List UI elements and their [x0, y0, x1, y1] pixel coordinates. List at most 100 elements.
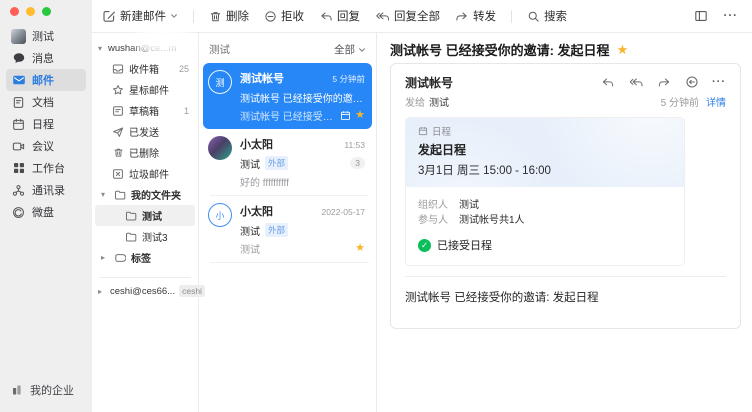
- mail-list-header: 测试 全部: [199, 39, 376, 60]
- folder-label: 已删除: [129, 145, 159, 160]
- compose-button[interactable]: 新建邮件: [102, 8, 178, 24]
- sidebar-item-meeting[interactable]: 会议: [6, 135, 86, 157]
- folder-my-folders[interactable]: ▾ 我的文件夹: [95, 184, 195, 205]
- folder-label: 星标邮件: [129, 82, 169, 97]
- sidebar-item-label: 工作台: [32, 160, 65, 176]
- folder-label: 收件箱: [129, 61, 159, 76]
- secondary-account-badge: ceshi: [179, 285, 205, 297]
- folder-subfolder-ceshi3[interactable]: 测试3: [95, 226, 195, 247]
- external-tag: 外部: [265, 156, 288, 170]
- toolbar-divider: [193, 10, 194, 23]
- sidebar-item-label: 消息: [32, 50, 54, 66]
- participants-value: 测试帐号共1人: [459, 211, 525, 226]
- subject-text: 测试帐号 已经接受你的邀请: 发起日程: [390, 40, 610, 59]
- mail-subject: 测试: [240, 156, 260, 171]
- mail-time: 11:53: [344, 140, 365, 150]
- folder-pane-divider: [99, 277, 191, 278]
- sender-avatar: 测: [208, 70, 232, 94]
- star-outline-icon: [112, 84, 124, 96]
- mail-envelope-icon: [11, 73, 26, 88]
- sidebar-item-contacts[interactable]: 通讯录: [6, 179, 86, 201]
- caret-right-icon: ▸: [98, 287, 106, 296]
- mail-list-item[interactable]: 小 小太阳 2022-05-17 测试 外部 测试: [203, 196, 372, 262]
- calendar-invite-card[interactable]: 日程 发起日程 3月1日 周三 15:00 - 16:00 组织人 测试 参: [405, 117, 685, 266]
- more-options-button[interactable]: ···: [724, 10, 739, 22]
- reply-icon: [319, 10, 333, 23]
- secondary-account-row[interactable]: ▸ ceshi@ces66... ceshi: [92, 285, 198, 297]
- mail-toolbar: 新建邮件 删除 拒收 回复 回复全部 转发: [92, 0, 752, 33]
- folder-icon: [125, 210, 137, 222]
- folder-subfolder-ceshi[interactable]: 测试: [95, 205, 195, 226]
- thread-count-badge: 3: [350, 157, 365, 169]
- sidebar-item-messages[interactable]: 消息: [6, 47, 86, 69]
- folder-label: 草稿箱: [129, 103, 159, 118]
- folder-label: 我的文件夹: [131, 187, 181, 202]
- sender-avatar: [208, 136, 232, 160]
- reply-all-button[interactable]: 回复全部: [375, 8, 440, 24]
- layout-toggle-icon[interactable]: [694, 9, 708, 23]
- folder-starred[interactable]: 星标邮件: [95, 79, 195, 100]
- folder-label: 标签: [131, 250, 151, 265]
- sidebar-item-calendar[interactable]: 日程: [6, 113, 86, 135]
- caret-right-icon: ▸: [101, 253, 109, 262]
- reply-all-icon: [375, 10, 390, 23]
- reply-button[interactable]: 回复: [319, 8, 360, 24]
- forward-button[interactable]: 转发: [455, 8, 496, 24]
- mail-list-item[interactable]: 小太阳 11:53 测试 外部 3 好的 ffffffffff: [203, 129, 372, 195]
- grid-icon: [11, 161, 26, 176]
- organizer-value: 测试: [459, 196, 479, 211]
- folder-deleted[interactable]: 已删除: [95, 142, 195, 163]
- message-more-button[interactable]: ···: [712, 76, 726, 88]
- quick-reply-icon[interactable]: [685, 75, 699, 89]
- message-body-divider: [405, 276, 726, 277]
- calendar-attachment-icon: [340, 110, 351, 121]
- folder-inbox[interactable]: 收件箱 25: [95, 58, 195, 79]
- sender-name: 小太阳: [240, 203, 318, 219]
- my-company-label: 我的企业: [30, 382, 74, 398]
- trash-icon: [112, 147, 124, 159]
- reject-button[interactable]: 拒收: [264, 8, 304, 24]
- draft-count: 1: [184, 106, 195, 116]
- toolbar-right: ···: [694, 9, 739, 23]
- mail-subject: 测试: [240, 223, 260, 238]
- folder-junk[interactable]: 垃圾邮件: [95, 163, 195, 184]
- organizer-label: 组织人: [418, 196, 459, 211]
- folder-label: 垃圾邮件: [129, 166, 169, 181]
- forward-icon[interactable]: [657, 76, 672, 89]
- privacy-blur-overlay: [134, 25, 192, 55]
- sidebar-item-profile[interactable]: 测试: [6, 25, 86, 47]
- star-icon[interactable]: ★: [617, 43, 629, 56]
- reply-icon[interactable]: [600, 76, 615, 89]
- mail-list-item[interactable]: 测 测试帐号 5 分钟前 测试帐号 已经接受你的邀请: 发... 测试帐号 已经…: [203, 63, 372, 129]
- sidebar-item-workbench[interactable]: 工作台: [6, 157, 86, 179]
- detail-link[interactable]: 详情: [706, 94, 726, 109]
- mail-list-pane: 测试 全部 测 测试帐号 5 分钟前: [199, 33, 377, 412]
- zoom-window-button[interactable]: [42, 7, 51, 16]
- folder-icon: [125, 231, 137, 243]
- message-actions: ···: [600, 75, 726, 89]
- sidebar-item-mail[interactable]: 邮件: [6, 69, 86, 91]
- invite-details: 组织人 测试 参与人 测试帐号共1人 ✓ 已接受日程: [406, 187, 684, 265]
- search-button[interactable]: 搜索: [527, 8, 567, 24]
- mail-filter-dropdown[interactable]: 全部: [334, 42, 366, 57]
- sidebar-item-label: 文档: [32, 94, 54, 110]
- external-tag: 外部: [265, 223, 288, 237]
- folder-drafts[interactable]: 草稿箱 1: [95, 100, 195, 121]
- folder-sent[interactable]: 已发送: [95, 121, 195, 142]
- app-sidebar: 测试 消息 邮件 文档: [0, 0, 92, 412]
- close-window-button[interactable]: [10, 7, 19, 16]
- sidebar-item-docs[interactable]: 文档: [6, 91, 86, 113]
- folder-tags[interactable]: ▸ 标签: [95, 247, 195, 268]
- to-label: 发给: [405, 94, 425, 109]
- company-building-icon: [11, 384, 24, 397]
- reading-pane: 测试帐号 已经接受你的邀请: 发起日程 ★ 测试帐号 ···: [377, 33, 752, 412]
- reply-all-icon[interactable]: [628, 76, 644, 89]
- minimize-window-button[interactable]: [26, 7, 35, 16]
- tag-icon: [114, 252, 126, 264]
- sidebar-item-drive[interactable]: 微盘: [6, 201, 86, 223]
- star-icon[interactable]: ★: [355, 110, 365, 121]
- message-time: 5 分钟前: [661, 94, 699, 109]
- delete-button[interactable]: 删除: [209, 8, 249, 24]
- my-company-button[interactable]: 我的企业: [0, 382, 92, 412]
- star-icon[interactable]: ★: [355, 243, 365, 254]
